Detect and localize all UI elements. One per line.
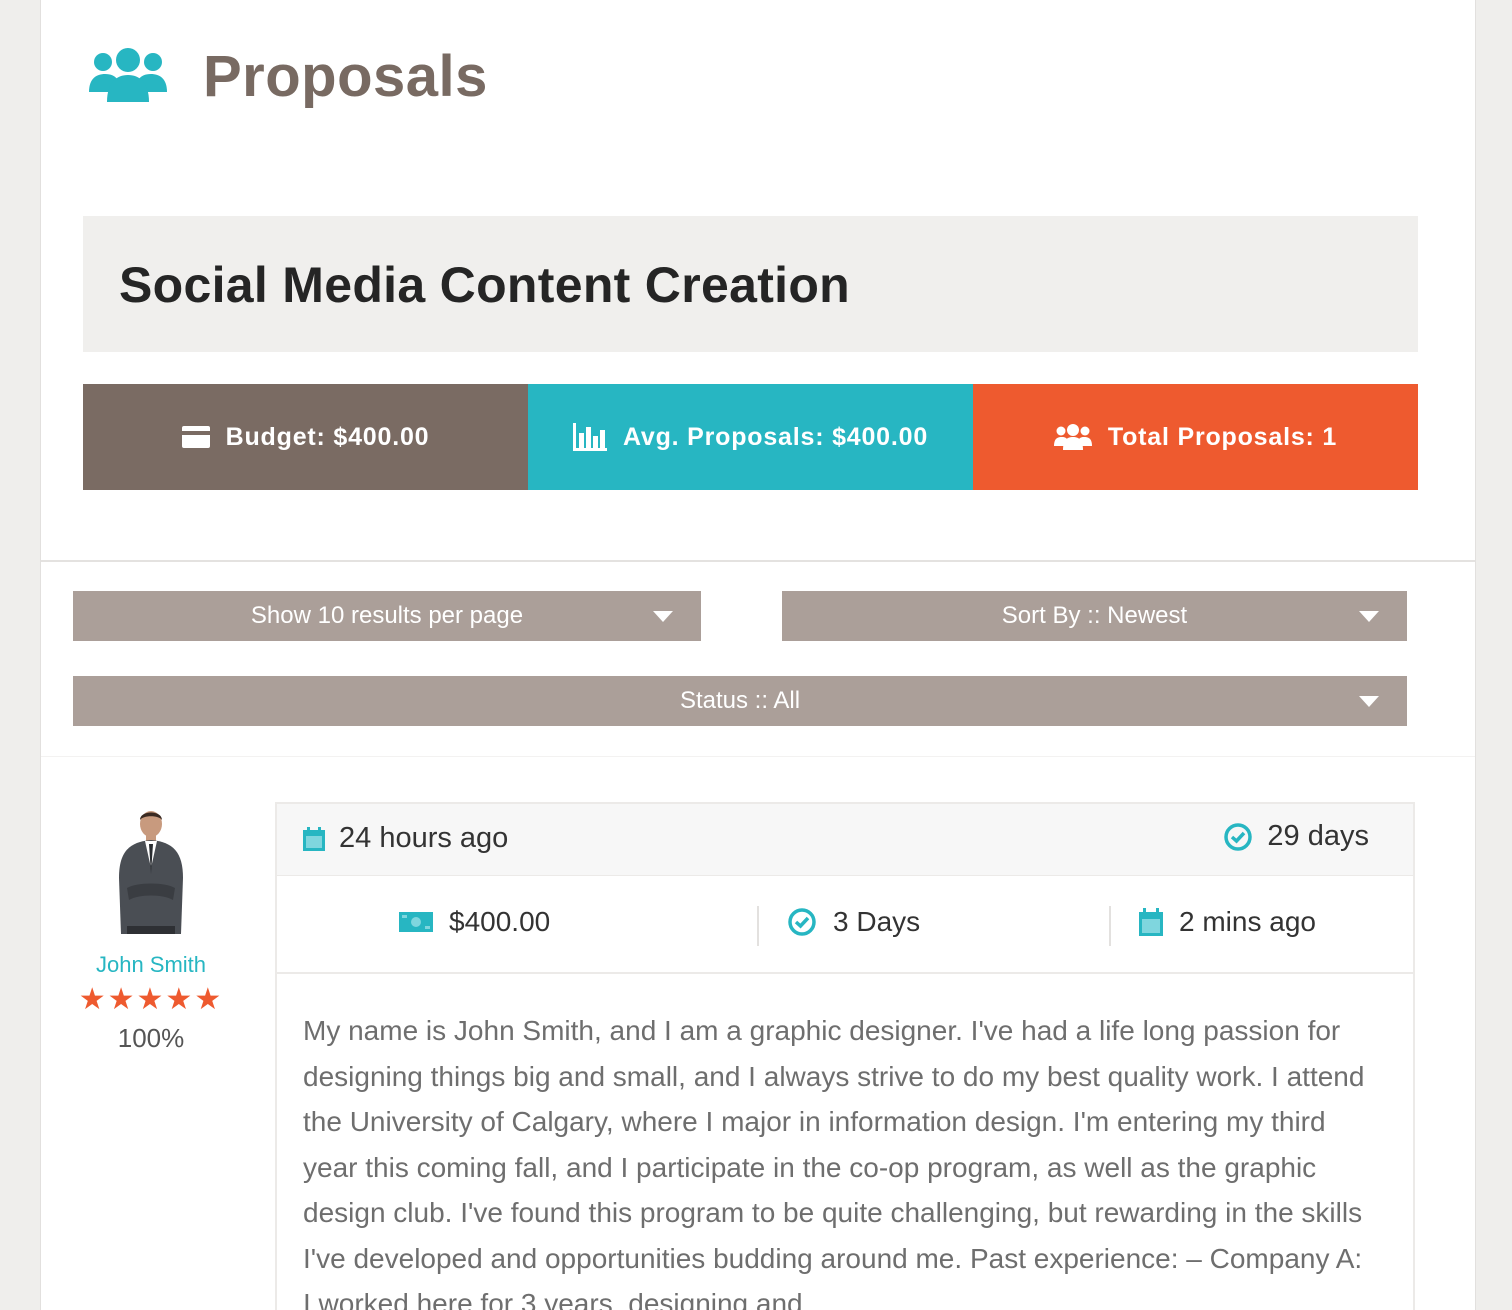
sort-select[interactable]: Sort By :: Newest <box>782 591 1407 641</box>
results-per-page-select[interactable]: Show 10 results per page <box>73 591 701 641</box>
freelancer-name[interactable]: John Smith <box>71 952 231 978</box>
budget-label: Budget: $400.00 <box>225 422 430 451</box>
time-remaining: 29 days <box>1223 820 1369 853</box>
main-panel: Proposals Social Media Content Creation … <box>40 0 1476 1310</box>
delivery-duration-value: 3 Days <box>833 906 921 937</box>
page-header: Proposals <box>89 36 488 116</box>
sort-value: Sort By :: Newest <box>1001 602 1188 629</box>
bid-amount: $400.00 <box>399 906 550 938</box>
credit-card-icon <box>181 426 210 448</box>
chevron-down-icon <box>653 611 673 622</box>
star-rating: ★★★★★ <box>78 983 224 1016</box>
cover-letter: My name is John Smith, and I am a graphi… <box>303 1015 1365 1310</box>
bar-chart-icon <box>572 423 607 451</box>
bid-amount-value: $400.00 <box>449 906 551 937</box>
section-divider <box>41 756 1475 757</box>
total-stat: Total Proposals: 1 <box>973 384 1418 490</box>
chevron-down-icon <box>1359 611 1379 622</box>
separator <box>757 906 759 946</box>
status-select[interactable]: Status :: All <box>73 676 1407 726</box>
calendar-icon <box>1139 908 1163 936</box>
project-title-box: Social Media Content Creation <box>83 216 1418 352</box>
status-value: Status :: All <box>679 687 801 714</box>
budget-stat: Budget: $400.00 <box>83 384 528 490</box>
total-label: Total Proposals: 1 <box>1107 422 1338 451</box>
avatar[interactable] <box>113 808 189 934</box>
section-divider <box>41 560 1475 562</box>
page-title: Proposals <box>203 43 488 109</box>
proposal-stats: $400.00 3 Days 2 mins ago <box>277 876 1413 974</box>
posted-time-value: 24 hours ago <box>339 822 509 854</box>
results-per-page-value: Show 10 results per page <box>250 602 524 629</box>
proposal-card: 24 hours ago 29 days $400.00 3 Days 2 mi… <box>275 802 1415 1310</box>
project-title: Social Media Content Creation <box>119 257 851 313</box>
average-label: Avg. Proposals: $400.00 <box>622 422 929 451</box>
delivery-duration: 3 Days <box>787 906 920 938</box>
chevron-down-icon <box>1359 696 1379 707</box>
posted-time: 24 hours ago <box>303 822 508 855</box>
stats-bar: Budget: $400.00 Avg. Proposals: $400.00 <box>83 384 1418 490</box>
time-remaining-value: 29 days <box>1267 820 1369 852</box>
submitted-time-value: 2 mins ago <box>1179 906 1316 937</box>
users-icon <box>89 48 167 104</box>
clock-check-icon <box>787 907 817 937</box>
users-icon <box>1053 424 1092 450</box>
rating-percent: 100% <box>117 1023 185 1053</box>
calendar-icon <box>303 826 325 851</box>
submitted-time: 2 mins ago <box>1139 906 1316 938</box>
average-stat: Avg. Proposals: $400.00 <box>528 384 973 490</box>
separator <box>1109 906 1111 946</box>
freelancer-profile: John Smith ★★★★★ 100% <box>71 808 231 1054</box>
money-icon <box>399 912 433 932</box>
proposal-card-header: 24 hours ago 29 days <box>277 804 1413 876</box>
clock-check-icon <box>1223 822 1253 852</box>
